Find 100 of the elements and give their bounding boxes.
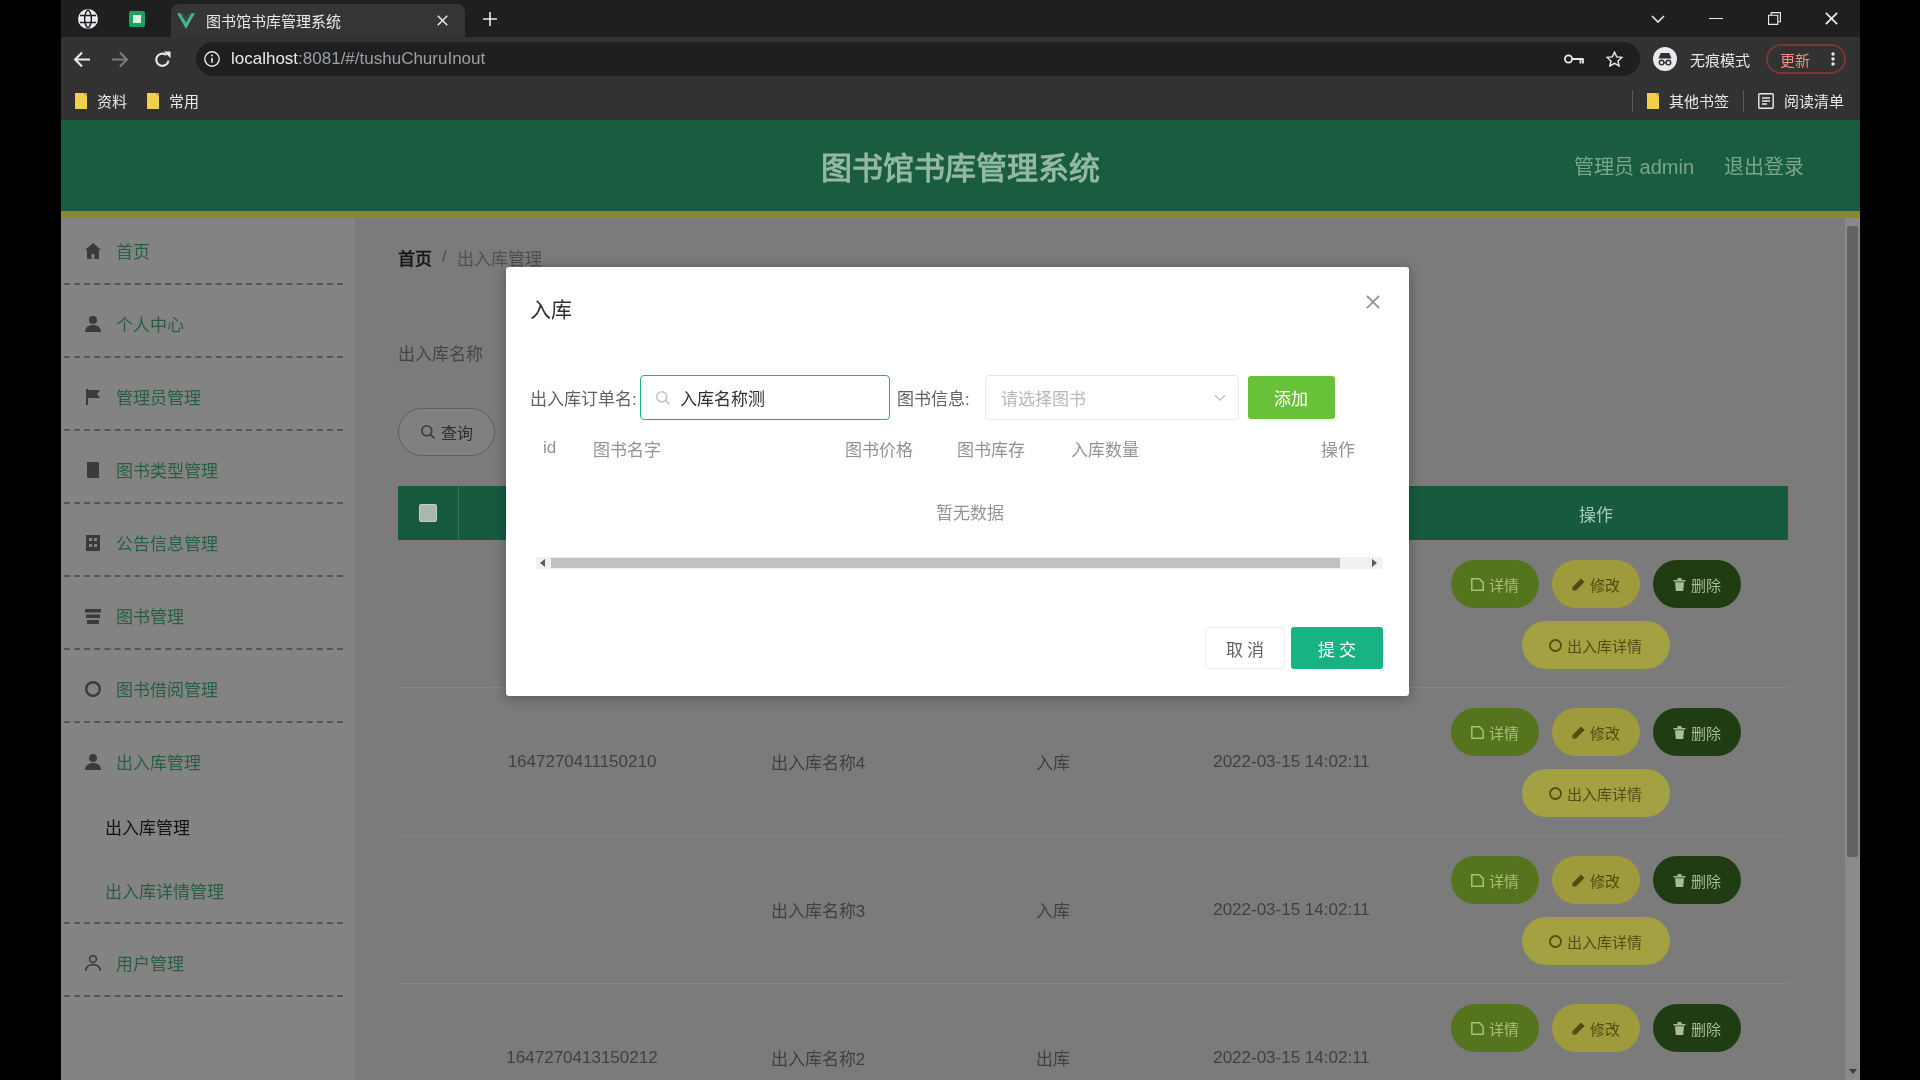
- spreadsheet-icon[interactable]: [129, 10, 145, 27]
- person-icon: [85, 315, 101, 332]
- delete-button[interactable]: 删除: [1652, 560, 1741, 608]
- field-label: 出入库订单名:: [530, 389, 638, 410]
- back-arrow-icon[interactable]: [73, 50, 90, 68]
- details-button[interactable]: 出入库详情: [1521, 769, 1670, 817]
- edit-button[interactable]: 修改: [1551, 708, 1640, 756]
- ring-icon: [1549, 638, 1562, 652]
- submit-button[interactable]: 提 交: [1291, 627, 1383, 669]
- address-bar[interactable]: localhost:8081/#/tushuChuruInout: [196, 42, 1640, 76]
- incognito-icon: [1653, 47, 1677, 71]
- sidebar-item[interactable]: 公告信息管理: [64, 510, 343, 575]
- sidebar-item[interactable]: 管理员管理: [64, 364, 343, 429]
- flag-icon: [85, 388, 101, 405]
- view-button[interactable]: 详情: [1450, 856, 1539, 904]
- column-header: 操作: [1577, 504, 1614, 526]
- vertical-scrollbar[interactable]: [1845, 218, 1860, 1080]
- table-cell-text: 2022-03-15 14:02:11: [1212, 1047, 1371, 1068]
- sidebar-item[interactable]: 图书借阅管理: [64, 656, 343, 721]
- scroll-right-icon[interactable]: [1372, 559, 1377, 567]
- view-button[interactable]: 详情: [1450, 1004, 1539, 1052]
- sidebar-item[interactable]: 出入库管理: [64, 729, 343, 794]
- pencil-icon: [1571, 1021, 1585, 1035]
- order-name-field[interactable]: 入库名称测: [640, 375, 890, 420]
- home-icon: [85, 242, 101, 259]
- folder-icon: [1647, 92, 1659, 109]
- key-icon[interactable]: [1564, 54, 1584, 64]
- profile-button[interactable]: 无痕模式: [1653, 47, 1750, 71]
- pencil-icon: [1571, 725, 1585, 739]
- plus-icon[interactable]: [483, 11, 497, 26]
- ring-icon: [85, 680, 101, 697]
- view-button[interactable]: 详情: [1450, 560, 1539, 608]
- table-cell-text: 出入库名称4: [769, 753, 867, 774]
- bookmark-item[interactable]: 资料: [75, 90, 127, 111]
- details-button[interactable]: 出入库详情: [1521, 621, 1670, 669]
- table-cell-text: 2022-03-15 14:02:11: [1212, 899, 1371, 920]
- star-icon[interactable]: [1606, 51, 1623, 67]
- field-label: 图书信息:: [897, 389, 970, 410]
- cancel-button[interactable]: 取 消: [1205, 627, 1285, 669]
- horizontal-scrollbar[interactable]: [536, 557, 1382, 569]
- globe-icon[interactable]: [78, 8, 98, 29]
- user-label: 管理员 admin: [1573, 155, 1694, 180]
- info-icon: [204, 51, 220, 67]
- folder-icon: [147, 92, 159, 109]
- breadcrumb-separator: /: [442, 247, 447, 267]
- trash-icon: [1672, 725, 1686, 739]
- document-icon: [1470, 873, 1484, 887]
- table-cell-text: 1647270411150210: [506, 751, 658, 772]
- details-button[interactable]: 出入库详情: [1521, 917, 1670, 965]
- update-button[interactable]: 更新: [1766, 44, 1846, 74]
- logout-link[interactable]: 退出登录: [1724, 151, 1804, 180]
- folder-icon: [75, 92, 87, 109]
- chevron-down-icon[interactable]: [1651, 14, 1665, 23]
- ring-icon: [1549, 786, 1562, 800]
- column-header: 图书名字: [592, 439, 662, 461]
- scrollbar-thumb[interactable]: [1847, 226, 1858, 857]
- edit-button[interactable]: 修改: [1551, 856, 1640, 904]
- pencil-icon: [1571, 873, 1585, 887]
- scrollbar-thumb[interactable]: [551, 558, 1340, 568]
- restore-icon[interactable]: [1767, 12, 1781, 25]
- sidebar-item[interactable]: 图书类型管理: [64, 437, 343, 502]
- sidebar-item[interactable]: 图书管理: [64, 583, 343, 648]
- trash-icon: [1672, 577, 1686, 591]
- sidebar-item[interactable]: 个人中心: [64, 291, 343, 356]
- bookmark-item[interactable]: 阅读清单: [1758, 90, 1844, 111]
- sidebar-subitem[interactable]: 出入库详情管理: [64, 858, 343, 922]
- forward-arrow-icon[interactable]: [112, 50, 129, 68]
- building-icon: [85, 534, 101, 551]
- bookmark-item[interactable]: 其他书签: [1647, 90, 1729, 111]
- add-button[interactable]: 添加: [1247, 376, 1335, 419]
- delete-button[interactable]: 删除: [1652, 856, 1741, 904]
- book-icon: [85, 461, 101, 478]
- scroll-left-icon[interactable]: [540, 559, 545, 567]
- book-select[interactable]: 请选择图书: [984, 375, 1239, 420]
- trash-icon: [1672, 1021, 1686, 1035]
- bookmark-item[interactable]: 常用: [147, 90, 199, 111]
- table-cell-text: 出入库名称2: [769, 1049, 867, 1070]
- minimize-icon[interactable]: [1709, 17, 1723, 20]
- sidebar-subitem[interactable]: 出入库管理: [64, 794, 343, 858]
- delete-button[interactable]: 删除: [1652, 708, 1741, 756]
- checkbox[interactable]: [419, 504, 437, 522]
- edit-button[interactable]: 修改: [1551, 1004, 1640, 1052]
- view-button[interactable]: 详情: [1450, 708, 1539, 756]
- list-icon: [1758, 92, 1774, 109]
- delete-button[interactable]: 删除: [1652, 1004, 1741, 1052]
- document-icon: [1470, 577, 1484, 591]
- pencil-icon: [1571, 577, 1585, 591]
- sidebar-item[interactable]: 首页: [64, 218, 343, 283]
- breadcrumb-link[interactable]: 首页: [398, 244, 432, 270]
- search-icon: [420, 425, 435, 439]
- table-cell-text: 2022-03-15 14:02:11: [1212, 751, 1371, 772]
- edit-button[interactable]: 修改: [1551, 560, 1640, 608]
- trash-icon: [1672, 873, 1686, 887]
- browser-tab[interactable]: 图书馆书库管理系统: [171, 4, 465, 37]
- reload-icon[interactable]: [154, 50, 171, 68]
- search-button[interactable]: 查询: [398, 408, 495, 456]
- chevron-down-icon: [1213, 394, 1226, 401]
- sidebar-item[interactable]: 用户管理: [64, 930, 343, 995]
- column-header: 图书价格: [844, 439, 914, 461]
- scroll-down-icon[interactable]: [1848, 1069, 1857, 1074]
